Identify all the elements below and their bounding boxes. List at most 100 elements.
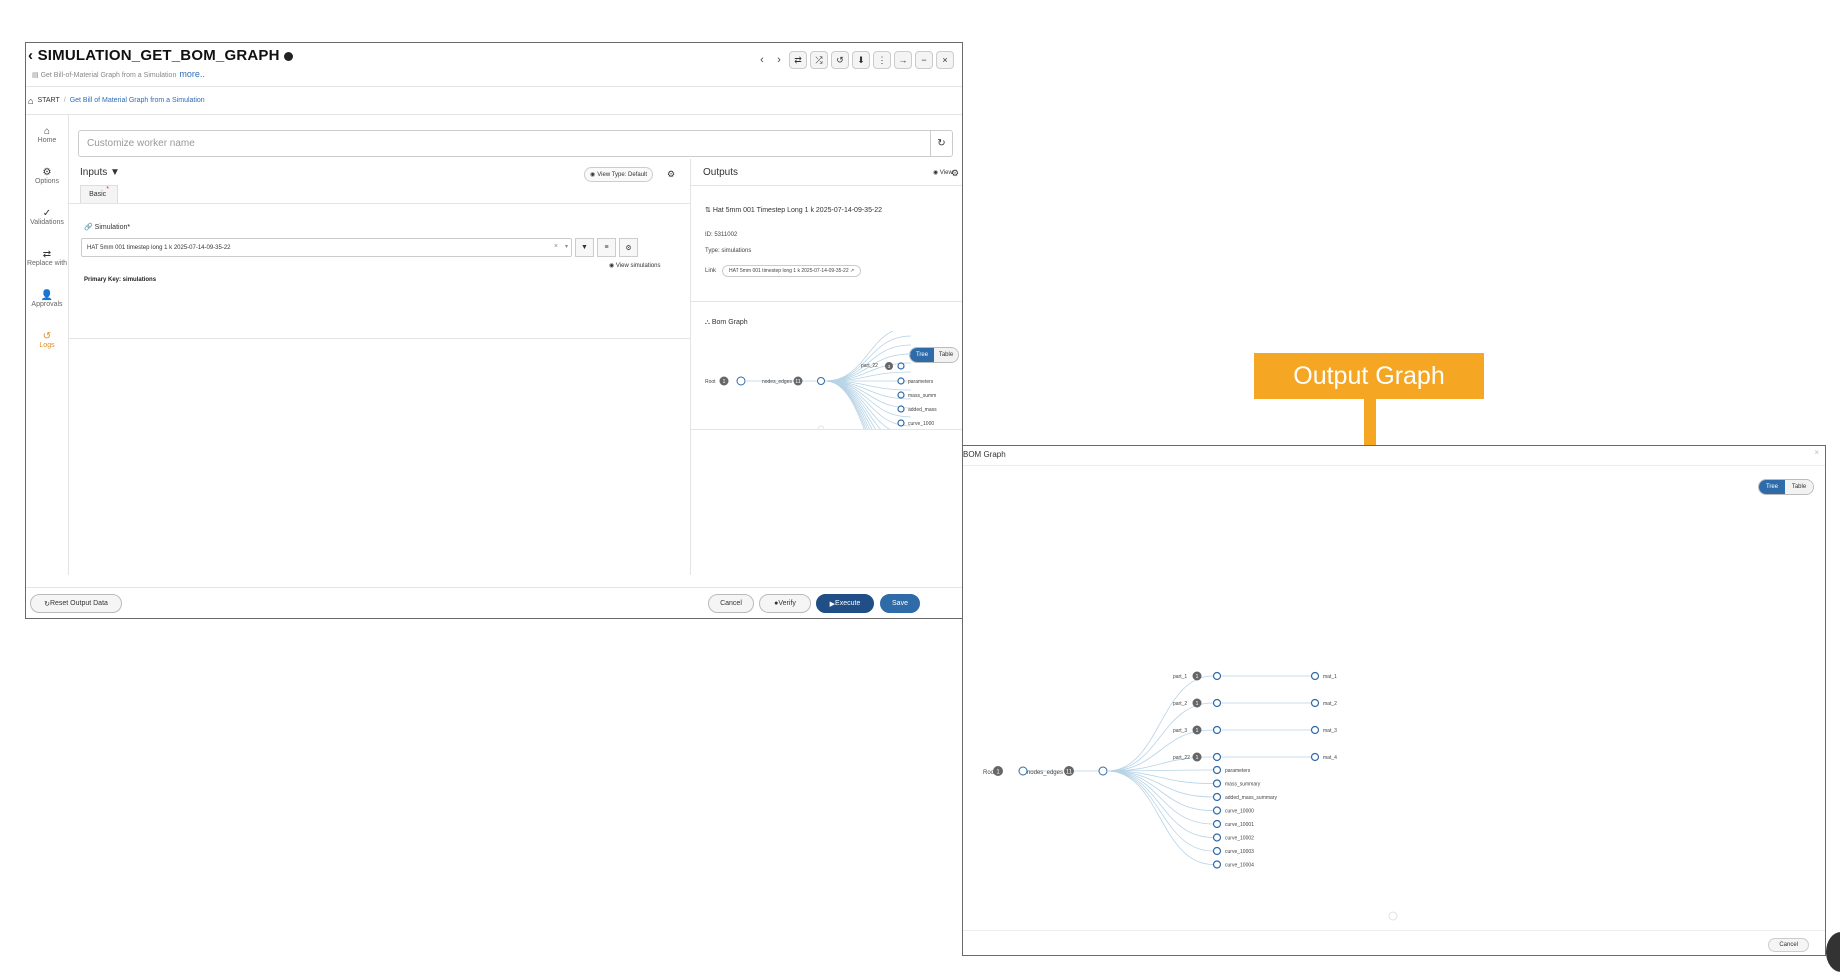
graph-node-label: curve_1000 xyxy=(908,421,934,427)
swap-icon[interactable]: ⇄ xyxy=(789,51,807,69)
sidebar: ⌂ Home ⚙ Options ✓ Validations ⇄ Replace wit… xyxy=(26,115,69,575)
graph-node-label: mass_summ xyxy=(908,393,936,399)
view-simulations-link[interactable]: ◉ View simulations xyxy=(609,262,660,269)
graph-node-label: mat_4 xyxy=(1323,755,1337,761)
view-type-label: View Type: Default xyxy=(597,171,648,178)
outputs-gear-icon[interactable]: ⚙ xyxy=(951,168,959,179)
simulation-select[interactable]: HAT 5mm 001 timestep long 1 k 2025-07-14… xyxy=(81,238,572,257)
output-record-name: ⇅ Hat 5mm 001 Timestep Long 1 k 2025-07-… xyxy=(705,206,882,214)
simulation-label: 🔗 Simulation* xyxy=(84,223,130,231)
outputs-divider-2 xyxy=(691,301,962,302)
filter-icon[interactable]: ▼ xyxy=(110,167,120,178)
more-menu-icon[interactable]: ⋮ xyxy=(873,51,891,69)
bom-graph-heading-text: Bom Graph xyxy=(711,319,748,326)
chevron-down-icon[interactable]: ▾ xyxy=(565,243,568,250)
minimize-icon[interactable]: − xyxy=(915,51,933,69)
worker-name-input[interactable] xyxy=(79,131,919,156)
graph-node-label: mat_2 xyxy=(1323,701,1337,707)
bom-tree-graph: Root 1 nodes_edges 11part_1 1 mat_1part_2 1 mat… xyxy=(983,671,1398,921)
modal-divider xyxy=(963,465,1825,466)
filter-button[interactable]: ▼ xyxy=(575,238,594,257)
graph-node xyxy=(897,419,905,427)
sidebar-item-validations[interactable]: ✓ Validations xyxy=(26,197,68,238)
eye-icon: ◉ xyxy=(609,263,616,269)
forward-icon[interactable]: → xyxy=(894,51,912,69)
close-icon[interactable]: × xyxy=(1814,448,1819,457)
document-icon: ▤ xyxy=(32,72,41,79)
verify-button[interactable]: ● Verify xyxy=(759,594,811,613)
breadcrumb-start[interactable]: START xyxy=(37,97,59,104)
sidebar-item-label: Validations xyxy=(30,219,64,226)
graph-node-label: added_mass xyxy=(908,407,937,413)
graph-node xyxy=(1212,846,1222,856)
view-type-button[interactable]: ◉ View Type: Default xyxy=(584,167,654,182)
graph-node-label: mat_1 xyxy=(1323,674,1337,680)
back-icon[interactable]: ‹ xyxy=(28,47,38,64)
save-button[interactable]: Save xyxy=(880,594,920,613)
count-badge-text: 3 xyxy=(888,364,891,370)
graph-node xyxy=(1018,766,1028,776)
graph-node xyxy=(1212,779,1222,788)
outputs-divider-3 xyxy=(691,429,962,430)
sidebar-item-replace-with[interactable]: ⇄ Replace with xyxy=(26,238,68,279)
sidebar-item-approvals[interactable]: 👤 Approvals xyxy=(26,279,68,320)
undo-icon[interactable]: ↺ xyxy=(831,51,849,69)
info-icon[interactable] xyxy=(283,51,293,61)
graph-node xyxy=(1212,833,1222,842)
verify-label: Verify xyxy=(778,600,796,607)
breadcrumb-current[interactable]: Get Bill of Material Graph from a Simula… xyxy=(70,97,205,104)
toggle-tree[interactable]: Tree xyxy=(1759,480,1785,494)
next-nav-icon[interactable]: › xyxy=(772,54,786,66)
graph-edge xyxy=(1106,729,1214,772)
graph-node xyxy=(897,362,905,370)
graph-node-label: added_mass_summary xyxy=(1225,795,1277,801)
shuffle-icon[interactable]: ⤮ xyxy=(810,51,828,69)
graph-node xyxy=(1098,766,1108,776)
sidebar-item-label: Logs xyxy=(39,342,55,349)
close-icon[interactable]: × xyxy=(936,51,954,69)
list-button[interactable]: ≡ xyxy=(597,238,616,257)
sidebar-item-label: Replace with xyxy=(26,260,68,267)
graph-node xyxy=(1310,698,1320,708)
graph-node-label: curve_10003 xyxy=(1225,849,1254,855)
more-link[interactable]: more.. xyxy=(179,69,205,79)
execute-button[interactable]: ▶ Execute xyxy=(816,594,874,613)
graph-node xyxy=(897,405,905,413)
breadcrumb: ⌂ START / Get Bill of Material Graph fro… xyxy=(26,87,962,115)
refresh-icon[interactable]: ↻ xyxy=(930,131,952,156)
bom-graph-heading: ⛬ Bom Graph xyxy=(705,319,748,327)
graph-node-label: curve_10004 xyxy=(1225,863,1254,869)
sidebar-item-label: Home xyxy=(37,137,57,144)
history-icon: ↺ xyxy=(42,331,52,342)
reset-output-button[interactable]: ↻ Reset Output Data xyxy=(30,594,122,613)
eye-icon: ◉ xyxy=(933,170,940,176)
inputs-gear-icon[interactable]: ⚙ xyxy=(667,169,675,180)
tab-basic[interactable]: Basic * xyxy=(80,185,118,203)
sidebar-item-options[interactable]: ⚙ Options xyxy=(26,156,68,197)
settings-button[interactable]: ⚙ xyxy=(619,238,638,257)
download-icon[interactable]: ⬇ xyxy=(852,51,870,69)
output-link-value: HAT 5mm 001 timestep long 1 k 2025-07-14… xyxy=(729,268,849,274)
home-icon[interactable]: ⌂ xyxy=(28,96,33,106)
eye-icon: ◉ xyxy=(590,172,596,178)
modal-cancel-button[interactable]: Cancel xyxy=(1768,938,1809,952)
graph-node xyxy=(736,376,746,386)
prev-nav-icon[interactable]: ‹ xyxy=(755,54,769,66)
cancel-button[interactable]: Cancel xyxy=(708,594,754,613)
output-link-pill[interactable]: HAT 5mm 001 timestep long 1 k 2025-07-14… xyxy=(722,265,862,277)
bom-graph-modal: BOM Graph × Tree Table Root 1 nodes_edges 1… xyxy=(962,445,1826,956)
count-badge-text: 1 xyxy=(1196,755,1199,761)
toggle-table[interactable]: Table xyxy=(1785,480,1813,494)
count-badge-text: 1 xyxy=(1196,674,1199,680)
sidebar-item-logs[interactable]: ↺ Logs xyxy=(26,320,68,361)
graph-node-label: nodes_edges xyxy=(1027,770,1063,776)
clear-icon[interactable]: × xyxy=(554,243,558,250)
graph-node xyxy=(1212,698,1222,708)
outputs-view-button[interactable]: ◉ View xyxy=(933,169,953,176)
simulation-label-text: Simulation xyxy=(94,224,128,231)
count-badge-text: 1 xyxy=(723,379,726,385)
graph-edge xyxy=(1106,770,1214,865)
sidebar-item-home[interactable]: ⌂ Home xyxy=(26,115,68,156)
graph-node xyxy=(1212,806,1222,815)
tab-divider xyxy=(69,203,690,204)
